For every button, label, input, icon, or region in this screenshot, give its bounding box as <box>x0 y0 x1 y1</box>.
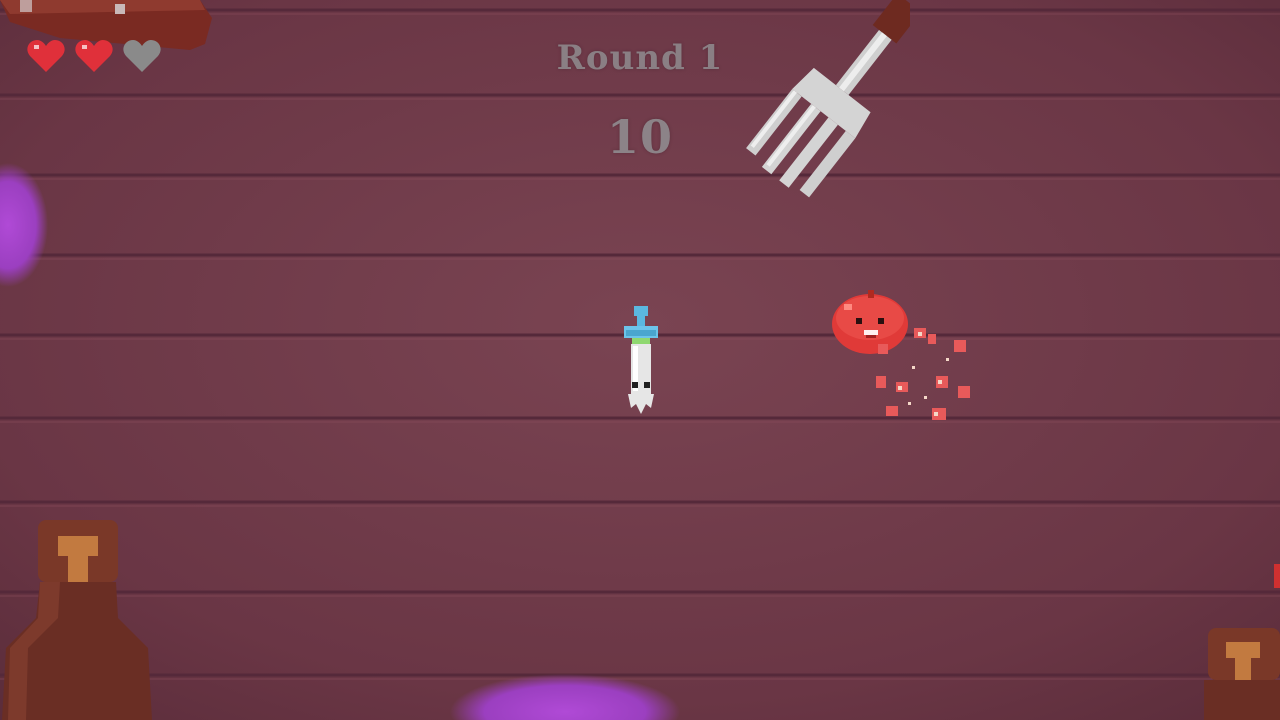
tomato-chunk-icon <box>1274 564 1280 588</box>
game-stage[interactable]: Round 1 10 <box>0 0 1280 720</box>
round-label: Round 1 <box>556 38 724 78</box>
fork-icon <box>746 0 910 198</box>
syringe-player-icon[interactable] <box>618 304 664 418</box>
score-counter: 10 <box>606 110 673 164</box>
bottle-hazard-icon <box>1204 628 1280 720</box>
splat-particles <box>876 328 970 420</box>
bottle-hazard-icon <box>2 520 152 720</box>
